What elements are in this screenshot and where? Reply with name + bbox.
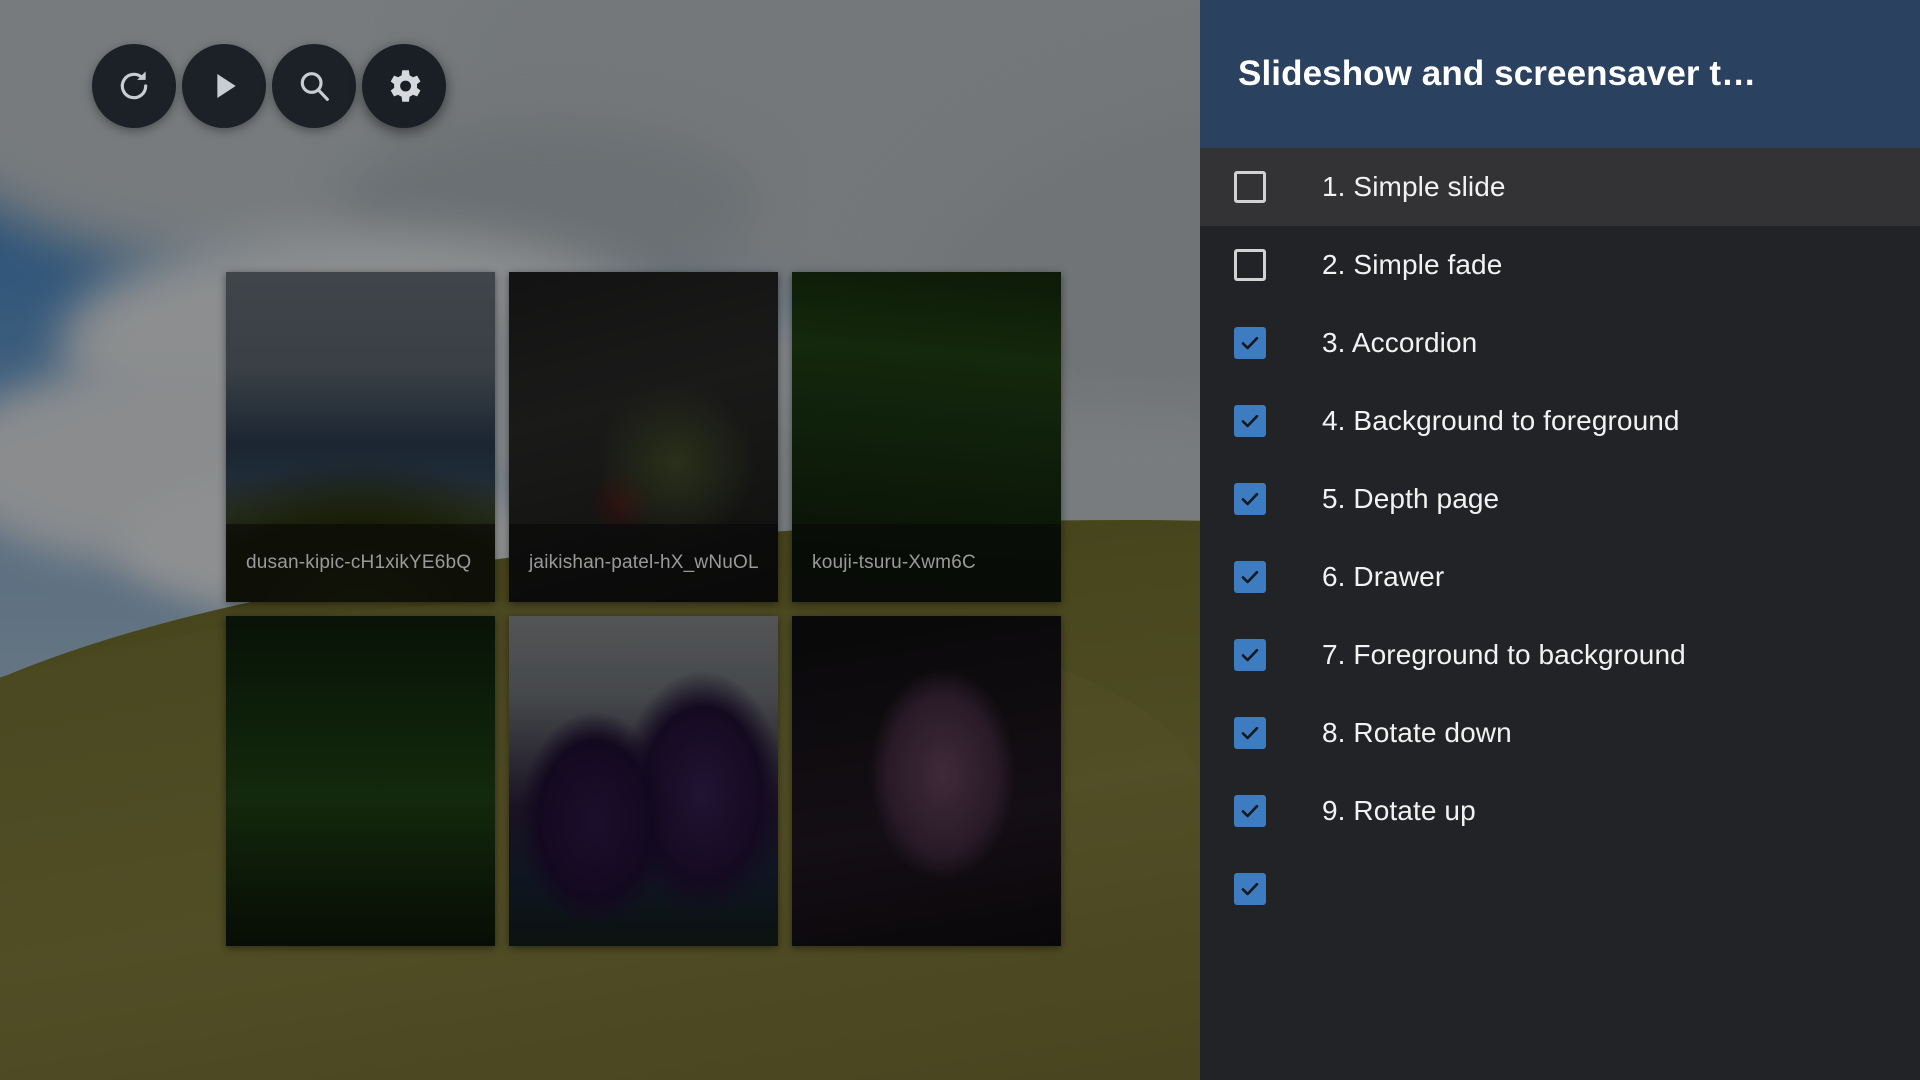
thumbnail-caption: kouji-tsuru-Xwm6C xyxy=(792,524,1061,602)
transition-list-item[interactable]: 4. Background to foreground xyxy=(1200,382,1920,460)
transition-label: 5. Depth page xyxy=(1322,483,1500,514)
play-icon xyxy=(204,66,244,106)
checkbox-checked[interactable] xyxy=(1234,483,1266,515)
thumbnail[interactable]: jaikishan-patel-hX_wNuOL xyxy=(509,272,778,602)
thumbnail-grid: dusan-kipic-cH1xikYE6bQ jaikishan-patel-h… xyxy=(226,272,1061,946)
transition-label: 1. Simple slide xyxy=(1322,171,1506,202)
app-root: dusan-kipic-cH1xikYE6bQ jaikishan-patel-h… xyxy=(0,0,1920,1080)
settings-button[interactable] xyxy=(362,44,446,128)
thumbnail-caption: jaikishan-patel-hX_wNuOL xyxy=(509,524,778,602)
transition-label: 9. Rotate up xyxy=(1322,795,1476,826)
transition-list-item[interactable]: 8. Rotate down xyxy=(1200,694,1920,772)
thumbnail-shade xyxy=(792,616,1061,946)
thumbnail[interactable]: kouji-tsuru-Xwm6C xyxy=(792,272,1061,602)
gear-icon xyxy=(383,65,425,107)
checkbox-checked[interactable] xyxy=(1234,327,1266,359)
transition-label: 2. Simple fade xyxy=(1322,249,1503,280)
thumbnail[interactable] xyxy=(226,616,495,946)
checkbox-checked[interactable] xyxy=(1234,405,1266,437)
checkbox-unchecked[interactable] xyxy=(1234,171,1266,203)
panel-title: Slideshow and screensaver t… xyxy=(1238,54,1757,93)
toolbar xyxy=(92,44,446,128)
thumbnail[interactable] xyxy=(792,616,1061,946)
refresh-icon xyxy=(114,66,154,106)
transition-label: 6. Drawer xyxy=(1322,561,1445,592)
checkbox-checked[interactable] xyxy=(1234,717,1266,749)
checkbox-checked[interactable] xyxy=(1234,795,1266,827)
checkbox-checked[interactable] xyxy=(1234,561,1266,593)
transitions-panel: Slideshow and screensaver t… 1. Simple s… xyxy=(1200,0,1920,1080)
transition-list-item[interactable]: 2. Simple fade xyxy=(1200,226,1920,304)
transition-label: 7. Foreground to background xyxy=(1322,639,1686,670)
thumbnail[interactable]: dusan-kipic-cH1xikYE6bQ xyxy=(226,272,495,602)
transition-list-item[interactable]: 7. Foreground to background xyxy=(1200,616,1920,694)
transition-list-item[interactable]: 6. Drawer xyxy=(1200,538,1920,616)
thumbnail[interactable] xyxy=(509,616,778,946)
transition-label: 4. Background to foreground xyxy=(1322,405,1680,436)
transition-list-item[interactable]: 5. Depth page xyxy=(1200,460,1920,538)
transition-list: 1. Simple slide 2. Simple fade 3. Accordio… xyxy=(1200,148,1920,928)
play-button[interactable] xyxy=(182,44,266,128)
thumbnail-caption: dusan-kipic-cH1xikYE6bQ xyxy=(226,524,495,602)
search-button[interactable] xyxy=(272,44,356,128)
transition-list-item[interactable]: 1. Simple slide xyxy=(1200,148,1920,226)
transition-label: 3. Accordion xyxy=(1322,327,1478,358)
transition-label: 8. Rotate down xyxy=(1322,717,1512,748)
transition-list-item[interactable] xyxy=(1200,850,1920,928)
checkbox-unchecked[interactable] xyxy=(1234,249,1266,281)
transition-list-item[interactable]: 3. Accordion xyxy=(1200,304,1920,382)
refresh-button[interactable] xyxy=(92,44,176,128)
thumbnail-shade xyxy=(509,616,778,946)
checkbox-checked[interactable] xyxy=(1234,639,1266,671)
thumbnail-shade xyxy=(226,616,495,946)
search-icon xyxy=(294,66,334,106)
transition-list-item[interactable]: 9. Rotate up xyxy=(1200,772,1920,850)
panel-header: Slideshow and screensaver t… xyxy=(1200,0,1920,148)
checkbox-checked[interactable] xyxy=(1234,873,1266,905)
